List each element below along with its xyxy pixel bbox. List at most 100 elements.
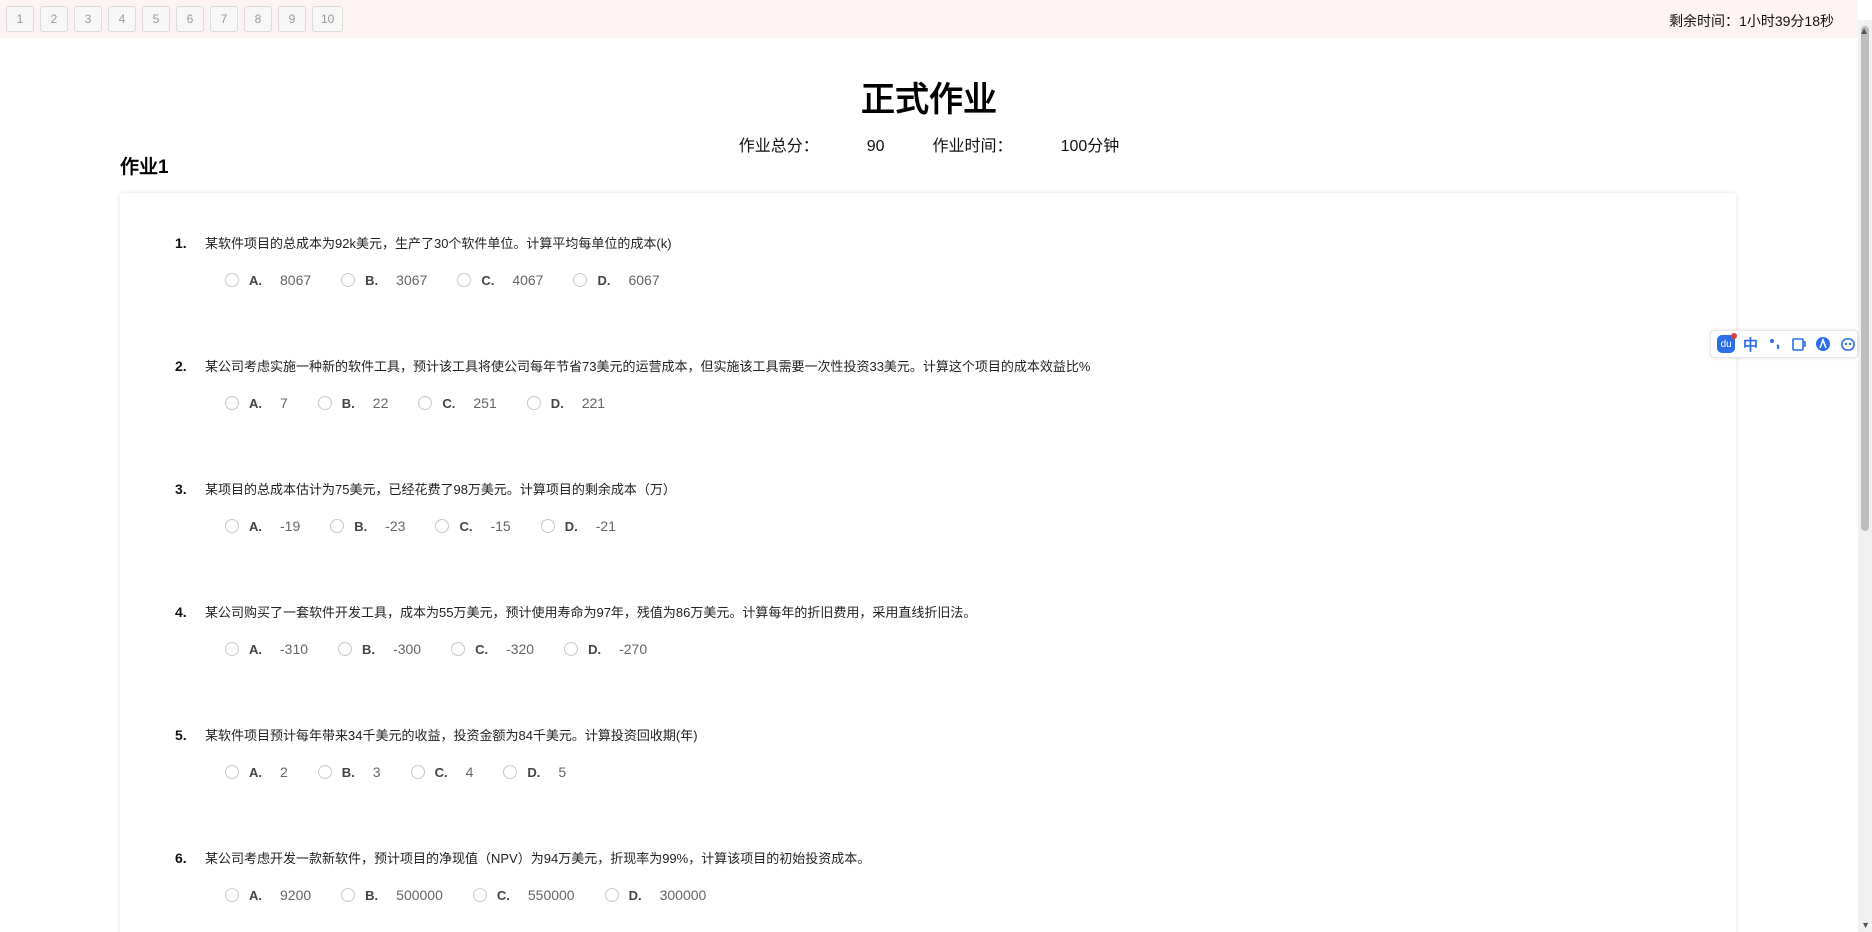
question-text: 某公司考虑实施一种新的软件工具，预计该工具将使公司每年节省73美元的运营成本，但… — [205, 359, 1091, 374]
option-value: 8067 — [280, 272, 312, 288]
scroll-up-icon[interactable]: ▲ — [1859, 26, 1869, 37]
user-icon[interactable] — [1814, 334, 1832, 354]
radio-button[interactable] — [225, 519, 239, 533]
radio-button[interactable] — [503, 765, 518, 779]
option-value: 9200 — [280, 887, 312, 903]
chinese-input-icon[interactable]: 中 — [1741, 334, 1759, 354]
question-nav-button-7[interactable]: 7 — [210, 6, 238, 32]
option-d[interactable]: D. 221 — [526, 395, 605, 411]
radio-button[interactable] — [472, 888, 487, 902]
radio-button[interactable] — [435, 519, 450, 533]
option-b[interactable]: B. -300 — [338, 641, 421, 657]
option-b[interactable]: B. -23 — [330, 518, 405, 534]
option-letter: D. — [527, 764, 541, 780]
scroll-down-icon[interactable]: ▼ — [1861, 920, 1870, 930]
question-nav-button-1[interactable]: 1 — [6, 6, 34, 32]
option-a[interactable]: A. 2 — [225, 764, 288, 780]
question-nav-button-6[interactable]: 6 — [176, 6, 204, 32]
radio-button[interactable] — [330, 519, 345, 533]
question-nav-button-9[interactable]: 9 — [278, 6, 306, 32]
option-value: 22 — [372, 395, 389, 411]
question-2: 2. 某公司考虑实施一种新的软件工具，预计该工具将使公司每年节省73美元的运营成… — [175, 356, 1675, 411]
radio-button[interactable] — [540, 519, 555, 533]
option-letter: A. — [249, 764, 262, 780]
question-card: 1. 某软件项目的总成本为92k美元，生产了30个软件单位。计算平均每单位的成本… — [120, 193, 1736, 932]
radio-button[interactable] — [573, 273, 588, 287]
option-value: -23 — [385, 518, 406, 534]
option-c[interactable]: C. 550000 — [472, 887, 575, 903]
option-c[interactable]: C. -15 — [435, 518, 511, 534]
radio-button[interactable] — [225, 273, 239, 287]
option-value: -310 — [280, 641, 309, 657]
radio-button[interactable] — [317, 396, 332, 410]
option-a[interactable]: A. 8067 — [225, 272, 311, 288]
page-scrollbar[interactable] — [1858, 20, 1872, 932]
option-letter: A. — [249, 395, 262, 411]
radio-button[interactable] — [451, 642, 466, 656]
radio-button[interactable] — [410, 765, 425, 779]
option-c[interactable]: C. 251 — [418, 395, 497, 411]
radio-button[interactable] — [457, 273, 472, 287]
option-d[interactable]: D. 300000 — [604, 887, 707, 903]
options: A. -19 B. -23 C. -15 D. -21 — [225, 518, 1675, 534]
option-letter: C. — [442, 395, 456, 411]
question-nav-button-2[interactable]: 2 — [40, 6, 68, 32]
option-c[interactable]: C. 4067 — [457, 272, 543, 288]
option-a[interactable]: A. 7 — [225, 395, 288, 411]
option-d[interactable]: D. 5 — [503, 764, 566, 780]
option-letter: A. — [249, 641, 262, 657]
option-b[interactable]: B. 22 — [317, 395, 389, 411]
option-a[interactable]: A. -19 — [225, 518, 300, 534]
option-value: 6067 — [628, 272, 660, 288]
question-5: 5. 某软件项目预计每年带来34千美元的收益，投资金额为84千美元。计算投资回收… — [175, 725, 1675, 780]
radio-button[interactable] — [341, 888, 356, 902]
question-number: 3. — [175, 481, 187, 497]
question-nav-button-4[interactable]: 4 — [108, 6, 136, 32]
option-value: 4 — [465, 764, 474, 780]
option-c[interactable]: C. -320 — [451, 641, 534, 657]
option-value: -19 — [280, 518, 301, 534]
question-text: 某公司购买了一套软件开发工具，成本为55万美元，预计使用寿命为97年，残值为86… — [205, 605, 977, 620]
radio-button[interactable] — [341, 273, 356, 287]
option-value: 300000 — [659, 887, 707, 903]
question-3: 3. 某项目的总成本估计为75美元，已经花费了98万美元。计算项目的剩余成本（万… — [175, 479, 1675, 534]
radio-button[interactable] — [317, 765, 332, 779]
baidu-logo-icon[interactable]: du — [1717, 333, 1738, 353]
time-label: 作业时间： — [932, 138, 1013, 155]
option-value: 251 — [473, 395, 497, 411]
options: A. 7 B. 22 C. 251 D. 221 — [225, 395, 1675, 411]
option-b[interactable]: B. 500000 — [341, 887, 443, 903]
radio-button[interactable] — [564, 642, 579, 656]
option-value: -320 — [506, 641, 535, 657]
option-a[interactable]: A. 9200 — [225, 887, 311, 903]
question-nav-button-5[interactable]: 5 — [142, 6, 170, 32]
radio-button[interactable] — [225, 396, 239, 410]
question-nav-button-3[interactable]: 3 — [74, 6, 102, 32]
radio-button[interactable] — [225, 642, 239, 656]
option-d[interactable]: D. -270 — [564, 641, 647, 657]
option-b[interactable]: B. 3 — [317, 764, 381, 780]
option-letter: D. — [550, 395, 564, 411]
option-value: -270 — [619, 641, 648, 657]
radio-button[interactable] — [526, 396, 541, 410]
option-b[interactable]: B. 3067 — [341, 272, 427, 288]
option-letter: A. — [249, 272, 262, 288]
option-d[interactable]: D. 6067 — [573, 272, 660, 288]
radio-button[interactable] — [225, 888, 239, 902]
punctuation-icon[interactable] — [1766, 334, 1784, 354]
clipboard-icon[interactable] — [1790, 334, 1808, 354]
robot-icon[interactable] — [1839, 334, 1857, 354]
question-number: 4. — [175, 604, 187, 620]
options: A. -310 B. -300 C. -320 D. -270 — [225, 641, 1675, 657]
radio-button[interactable] — [338, 642, 353, 656]
scrollbar-thumb[interactable] — [1861, 26, 1869, 531]
radio-button[interactable] — [418, 396, 433, 410]
option-d[interactable]: D. -21 — [540, 518, 616, 534]
question-nav-button-10[interactable]: 10 — [312, 6, 344, 32]
radio-button[interactable] — [604, 888, 619, 902]
option-c[interactable]: C. 4 — [410, 764, 474, 780]
radio-button[interactable] — [225, 765, 239, 779]
question-text: 某公司考虑开发一款新软件，预计项目的净现值（NPV）为94万美元，折现率为99%… — [205, 851, 871, 866]
question-nav-button-8[interactable]: 8 — [244, 6, 272, 32]
option-a[interactable]: A. -310 — [225, 641, 308, 657]
